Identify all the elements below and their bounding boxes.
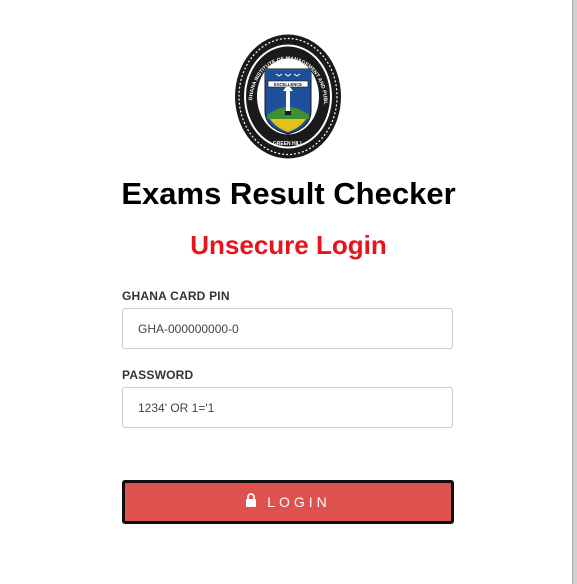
lock-icon: [246, 493, 257, 507]
password-input[interactable]: [122, 387, 453, 428]
logo-bottom-text: GREEN HILL: [273, 141, 303, 147]
logo-ribbon-text: EXCELLENCE: [274, 82, 302, 87]
login-button-label: LOGIN: [267, 494, 331, 510]
login-button[interactable]: LOGIN: [122, 480, 454, 524]
institution-crest-icon: GHANA INSTITUTE OF MANAGEMENT AND PUBLIC…: [234, 33, 341, 159]
pin-label: GHANA CARD PIN: [122, 289, 230, 303]
page-title: Exams Result Checker: [121, 176, 456, 211]
window-edge: [572, 0, 577, 584]
login-page: GHANA INSTITUTE OF MANAGEMENT AND PUBLIC…: [0, 0, 577, 584]
pin-input[interactable]: [122, 308, 453, 349]
password-label: PASSWORD: [122, 368, 194, 382]
page-subtitle: Unsecure Login: [190, 230, 387, 260]
